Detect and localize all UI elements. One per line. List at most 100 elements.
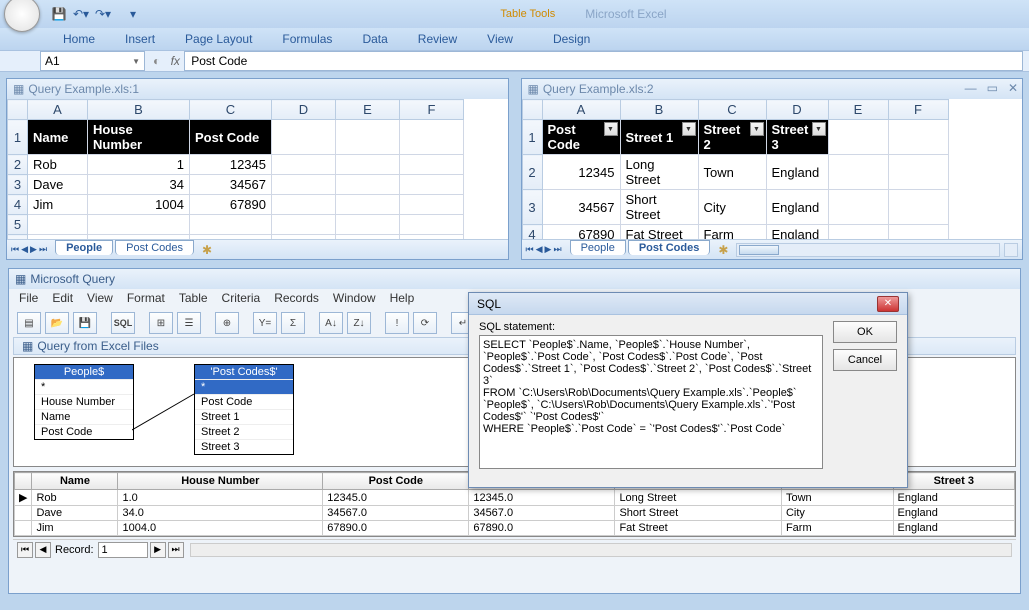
cell[interactable]: 12345 bbox=[190, 155, 272, 175]
col-header[interactable]: C bbox=[698, 100, 766, 120]
col-header[interactable]: A bbox=[542, 100, 620, 120]
row-header[interactable]: 4 bbox=[522, 225, 542, 240]
field[interactable]: Street 1 bbox=[195, 409, 293, 424]
col-header[interactable]: B bbox=[88, 100, 190, 120]
row-selector[interactable] bbox=[15, 506, 32, 521]
tab-home[interactable]: Home bbox=[48, 27, 110, 50]
name-box[interactable]: A1 ▼ bbox=[40, 51, 145, 71]
cell[interactable] bbox=[190, 215, 272, 235]
cell[interactable] bbox=[336, 215, 400, 235]
tab-view[interactable]: View bbox=[472, 27, 528, 50]
close-icon[interactable]: ✕ bbox=[1008, 81, 1018, 95]
cell[interactable]: Dave bbox=[28, 175, 88, 195]
cell[interactable]: Fat Street bbox=[615, 521, 782, 536]
cell[interactable]: 1004.0 bbox=[118, 521, 323, 536]
table-box-postcodes[interactable]: 'Post Codes$' * Post Code Street 1 Stree… bbox=[194, 364, 294, 455]
cell[interactable]: Rob bbox=[28, 155, 88, 175]
cell[interactable]: 34567.0 bbox=[469, 506, 615, 521]
cell[interactable]: House Number bbox=[88, 120, 190, 155]
cell[interactable]: Long Street bbox=[615, 490, 782, 506]
col-header[interactable]: C bbox=[190, 100, 272, 120]
cell[interactable]: 12345.0 bbox=[469, 490, 615, 506]
col-header[interactable]: A bbox=[28, 100, 88, 120]
row-header[interactable]: 1 bbox=[8, 120, 28, 155]
sheet-tab-people[interactable]: People bbox=[570, 240, 626, 255]
filter-dropdown-icon[interactable]: ▼ bbox=[682, 122, 696, 136]
cell[interactable]: England bbox=[766, 155, 828, 190]
cell[interactable]: Farm bbox=[698, 225, 766, 240]
cell[interactable]: 34 bbox=[88, 175, 190, 195]
cell[interactable]: 34567.0 bbox=[323, 506, 469, 521]
table-box-people[interactable]: People$ * House Number Name Post Code bbox=[34, 364, 134, 440]
cell[interactable]: Post Code▼ bbox=[542, 120, 620, 155]
fx-icon[interactable]: fx bbox=[166, 54, 184, 68]
close-icon[interactable]: ✕ bbox=[877, 296, 899, 312]
sql-dialog-title[interactable]: SQL ✕ bbox=[469, 293, 907, 315]
cell[interactable]: 67890 bbox=[190, 195, 272, 215]
rec-first-icon[interactable]: ⏮ bbox=[17, 542, 33, 558]
cell[interactable]: Dave bbox=[32, 506, 118, 521]
tb-query-now-icon[interactable]: ! bbox=[385, 312, 409, 334]
filter-dropdown-icon[interactable]: ▼ bbox=[604, 122, 618, 136]
cell[interactable]: 1 bbox=[88, 155, 190, 175]
menu-help[interactable]: Help bbox=[390, 291, 415, 307]
cell[interactable]: Short Street bbox=[615, 506, 782, 521]
cell[interactable]: 67890.0 bbox=[323, 521, 469, 536]
cell[interactable] bbox=[272, 175, 336, 195]
cell[interactable]: Long Street bbox=[620, 155, 698, 190]
menu-format[interactable]: Format bbox=[127, 291, 165, 307]
field[interactable]: Post Code bbox=[35, 424, 133, 439]
tb-show-criteria-icon[interactable]: ☰ bbox=[177, 312, 201, 334]
select-all[interactable] bbox=[522, 100, 542, 120]
cell[interactable] bbox=[828, 190, 888, 225]
cell[interactable] bbox=[336, 155, 400, 175]
current-row-marker[interactable]: ▶ bbox=[15, 490, 32, 506]
tb-sql-icon[interactable]: SQL bbox=[111, 312, 135, 334]
vscroll-placeholder[interactable] bbox=[1004, 243, 1018, 257]
rec-last-icon[interactable]: ⏭ bbox=[168, 542, 184, 558]
cell[interactable]: 34567 bbox=[542, 190, 620, 225]
result-col[interactable]: Post Code bbox=[323, 473, 469, 490]
sheet-tab-people[interactable]: People bbox=[55, 240, 113, 255]
menu-window[interactable]: Window bbox=[333, 291, 376, 307]
menu-file[interactable]: File bbox=[19, 291, 38, 307]
tab-formulas[interactable]: Formulas bbox=[267, 27, 347, 50]
cell[interactable] bbox=[400, 195, 464, 215]
filter-dropdown-icon[interactable]: ▼ bbox=[750, 122, 764, 136]
tab-insert[interactable]: Insert bbox=[110, 27, 170, 50]
filter-dropdown-icon[interactable]: ▼ bbox=[812, 122, 826, 136]
tb-auto-query-icon[interactable]: ⟳ bbox=[413, 312, 437, 334]
formula-input[interactable]: Post Code bbox=[184, 51, 1023, 71]
tab-design[interactable]: Design bbox=[538, 27, 605, 50]
cell[interactable]: England bbox=[893, 506, 1014, 521]
record-input[interactable] bbox=[98, 542, 148, 558]
cell[interactable] bbox=[400, 215, 464, 235]
field[interactable]: Post Code bbox=[195, 394, 293, 409]
cell[interactable] bbox=[272, 215, 336, 235]
cell[interactable]: England bbox=[893, 490, 1014, 506]
tb-totals-icon[interactable]: Σ bbox=[281, 312, 305, 334]
cell[interactable]: Name bbox=[28, 120, 88, 155]
menu-edit[interactable]: Edit bbox=[52, 291, 73, 307]
menu-criteria[interactable]: Criteria bbox=[222, 291, 261, 307]
hscroll[interactable] bbox=[190, 543, 1012, 557]
tb-sort-asc-icon[interactable]: A↓ bbox=[319, 312, 343, 334]
col-header[interactable]: D bbox=[272, 100, 336, 120]
select-all[interactable] bbox=[8, 100, 28, 120]
tb-new-icon[interactable]: ▤ bbox=[17, 312, 41, 334]
name-box-dropdown-icon[interactable]: ▼ bbox=[132, 57, 140, 66]
cell[interactable]: Street 2▼ bbox=[698, 120, 766, 155]
field[interactable]: Street 3 bbox=[195, 439, 293, 454]
row-header[interactable]: 3 bbox=[8, 175, 28, 195]
hscroll[interactable] bbox=[736, 243, 1000, 257]
menu-table[interactable]: Table bbox=[179, 291, 208, 307]
cell[interactable]: 34.0 bbox=[118, 506, 323, 521]
cell[interactable] bbox=[400, 175, 464, 195]
cell[interactable]: 67890.0 bbox=[469, 521, 615, 536]
maximize-icon[interactable]: ▭ bbox=[987, 81, 998, 95]
cell[interactable] bbox=[272, 195, 336, 215]
cell[interactable]: 12345.0 bbox=[323, 490, 469, 506]
cell[interactable]: 67890 bbox=[542, 225, 620, 240]
cell[interactable] bbox=[828, 155, 888, 190]
col-header[interactable]: E bbox=[828, 100, 888, 120]
